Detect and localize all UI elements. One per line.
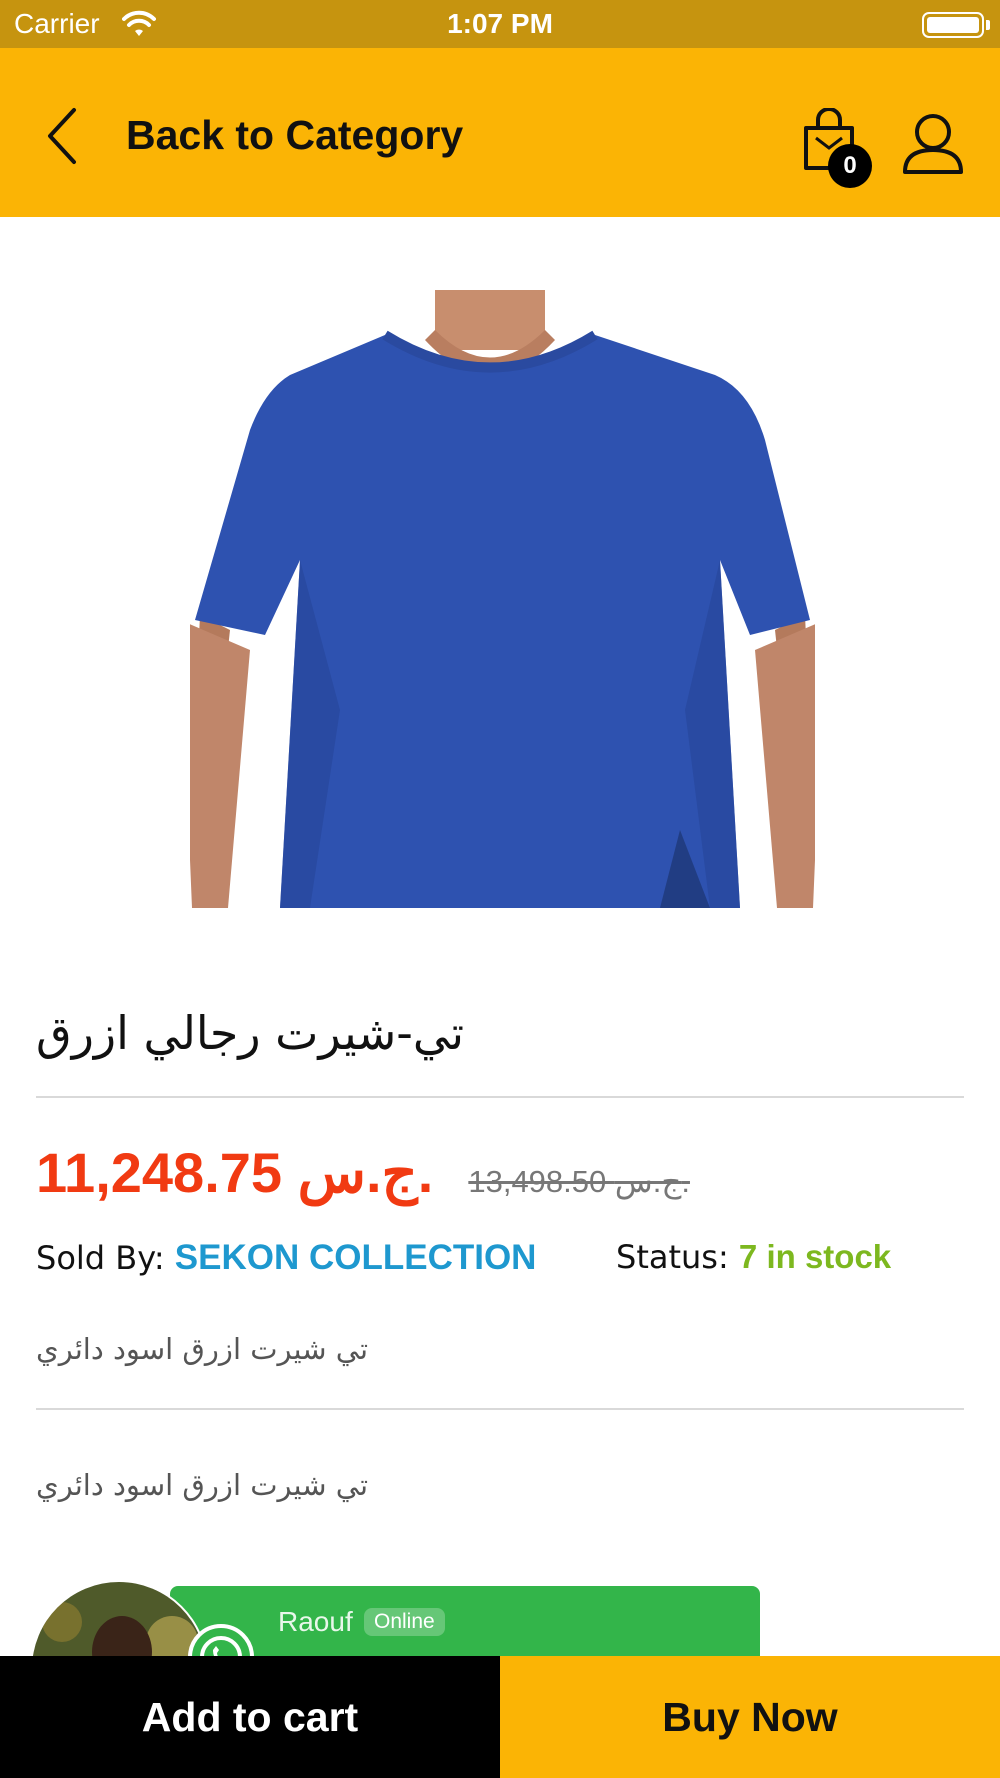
bottom-action-bar: Add to cart Buy Now [0, 1656, 1000, 1778]
original-price: 13,498.50 ج.س. [468, 1164, 690, 1199]
online-badge: Online [364, 1608, 445, 1636]
current-price: 11,248.75 ج.س. [36, 1141, 434, 1204]
stock-status: Status: 7 in stock [616, 1238, 891, 1276]
whatsapp-chat-widget[interactable]: Raouf Online [30, 1580, 762, 1660]
product-title: تي-شيرت رجالي ازرق [36, 1006, 465, 1060]
divider [36, 1096, 964, 1098]
battery-icon [922, 12, 990, 38]
buy-now-button[interactable]: Buy Now [500, 1656, 1000, 1778]
back-to-category-link[interactable]: Back to Category [126, 112, 463, 159]
product-image [190, 290, 815, 908]
whatsapp-icon [188, 1624, 254, 1660]
divider [36, 1408, 964, 1410]
clock: 1:07 PM [447, 8, 553, 39]
add-to-cart-button[interactable]: Add to cart [0, 1656, 500, 1778]
product-meta: Sold By: SEKON COLLECTION Status: 7 in s… [36, 1238, 964, 1278]
navigation-bar: Back to Category 0 [0, 48, 1000, 217]
sold-by-label: Sold By: [36, 1239, 165, 1277]
long-description: تي شيرت ازرق اسود دائري [36, 1468, 369, 1502]
cart-count-badge: 0 [828, 144, 872, 188]
seller-link[interactable]: SEKON COLLECTION [175, 1238, 537, 1277]
chat-bar[interactable] [170, 1586, 760, 1660]
status-label: Status: [616, 1238, 729, 1276]
stock-value: 7 in stock [738, 1238, 892, 1275]
user-icon[interactable] [902, 112, 964, 176]
status-bar: Carrier 1:07 PM [0, 0, 1000, 48]
agent-name: Raouf [278, 1606, 353, 1637]
price-row: 11,248.75 ج.س. 13,498.50 ج.س. [36, 1140, 690, 1210]
short-description: تي شيرت ازرق اسود دائري [36, 1332, 369, 1366]
chevron-left-icon[interactable] [44, 106, 84, 166]
